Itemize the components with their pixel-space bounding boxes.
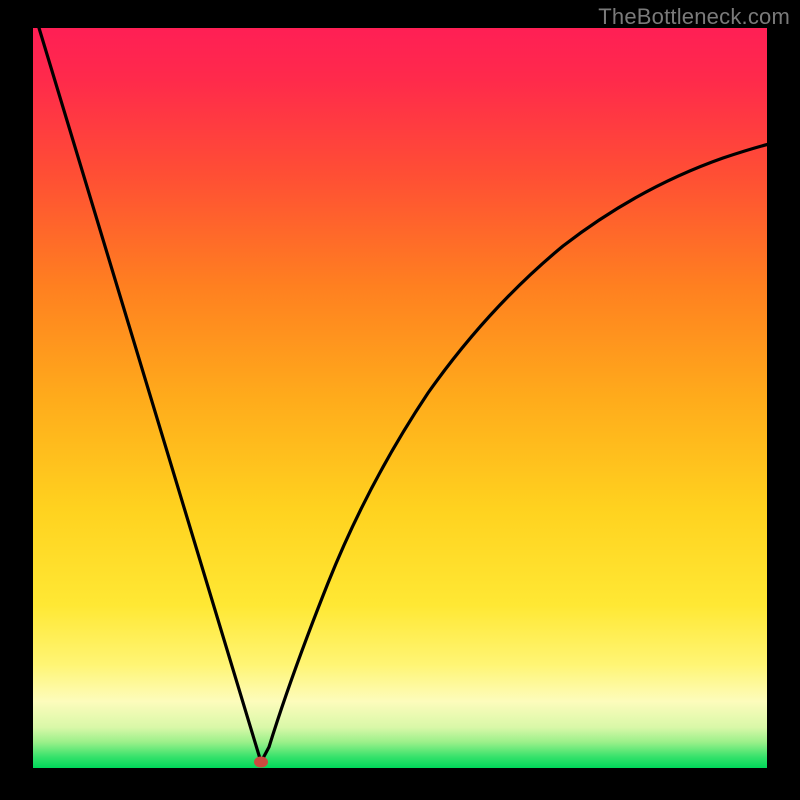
watermark-text: TheBottleneck.com bbox=[598, 4, 790, 30]
plot-area bbox=[33, 28, 767, 768]
minimum-marker bbox=[254, 757, 268, 768]
chart-frame: TheBottleneck.com bbox=[0, 0, 800, 800]
curve-path bbox=[36, 28, 767, 762]
bottleneck-curve bbox=[33, 28, 767, 768]
